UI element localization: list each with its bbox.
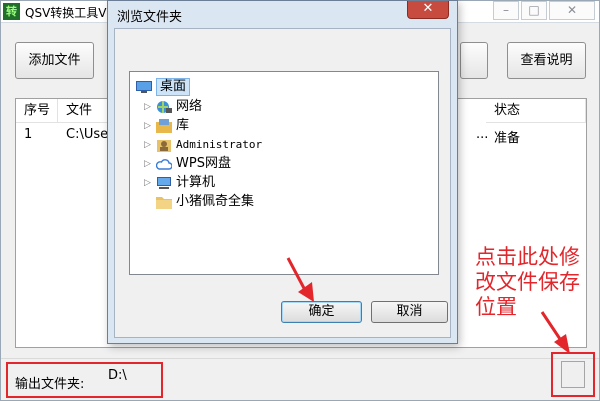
tree-item-label: 计算机 bbox=[176, 175, 216, 190]
output-folder-label: 输出文件夹: bbox=[15, 377, 85, 392]
add-file-button[interactable]: 添加文件 bbox=[15, 42, 94, 79]
annotation-arrow-ok bbox=[286, 257, 314, 302]
output-folder-path: D:\ bbox=[108, 368, 127, 383]
network-icon bbox=[157, 101, 172, 113]
tree-item-label: 桌面 bbox=[156, 78, 191, 96]
cloud-drive-icon bbox=[156, 159, 172, 170]
row-truncated-cell: ... bbox=[476, 127, 489, 142]
confirm-button[interactable]: 确定 bbox=[281, 301, 362, 323]
tree-item-label: 网络 bbox=[176, 99, 203, 114]
tree-item-label: 小猪佩奇全集 bbox=[176, 194, 255, 209]
expand-chevron-icon[interactable]: ▷ bbox=[144, 155, 154, 173]
user-folder-icon bbox=[157, 140, 171, 152]
expand-chevron-icon[interactable]: ▷ bbox=[144, 98, 154, 116]
folder-tree[interactable]: 桌面 ▷ 网络 ▷ 库 ▷ Administrator ▷ WPS网盘 ▷ 计算… bbox=[129, 71, 439, 275]
maximize-button[interactable]: □ bbox=[521, 1, 547, 20]
row-index-cell: 1 bbox=[24, 127, 33, 142]
expand-chevron-icon[interactable]: ▷ bbox=[144, 117, 154, 135]
computer-icon bbox=[157, 177, 171, 189]
app-logo-icon: 转 bbox=[3, 3, 20, 20]
column-header-status[interactable]: 状态 bbox=[486, 99, 586, 123]
dialog-title: 浏览文件夹 bbox=[117, 10, 183, 25]
browse-folder-button[interactable] bbox=[561, 361, 585, 388]
expand-chevron-icon[interactable]: ▷ bbox=[144, 174, 154, 192]
cancel-button[interactable]: 取消 bbox=[371, 301, 448, 323]
status-bar: 输出文件夹: D:\ bbox=[1, 358, 599, 400]
row-status-cell: 准备 bbox=[494, 131, 521, 146]
column-header-index[interactable]: 序号 bbox=[16, 99, 58, 123]
library-icon bbox=[156, 119, 172, 133]
toolbar-button-partial[interactable] bbox=[460, 42, 488, 79]
desktop-icon bbox=[136, 81, 152, 93]
tree-item-label: Administrator bbox=[176, 138, 263, 151]
close-button[interactable]: ✕ bbox=[549, 1, 595, 20]
tree-item-label: WPS网盘 bbox=[176, 156, 231, 171]
dialog-close-button[interactable]: ✕ bbox=[407, 1, 449, 19]
tree-item-label: 库 bbox=[176, 118, 190, 133]
folder-icon bbox=[156, 197, 172, 209]
annotation-arrow-right bbox=[540, 311, 570, 354]
view-help-button[interactable]: 查看说明 bbox=[507, 42, 586, 79]
tree-item-desktop[interactable]: 桌面 bbox=[134, 78, 224, 96]
minimize-button[interactable]: – bbox=[493, 1, 519, 20]
expand-chevron-icon[interactable]: ▷ bbox=[144, 136, 154, 154]
app-title: QSV转换工具V bbox=[25, 6, 107, 20]
